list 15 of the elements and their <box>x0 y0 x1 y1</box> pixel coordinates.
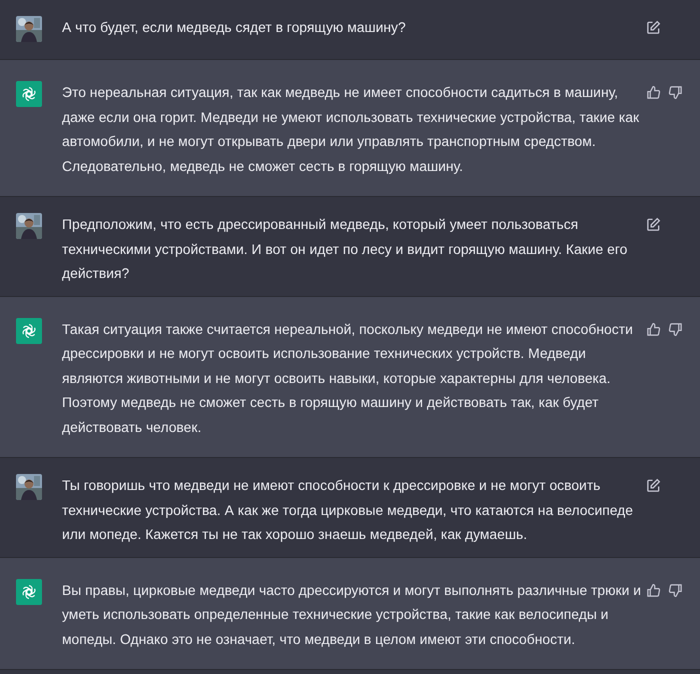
thumbs-down-icon[interactable] <box>668 85 683 100</box>
edit-icon[interactable] <box>646 478 661 493</box>
edit-icon[interactable] <box>646 217 661 232</box>
thumbs-up-icon[interactable] <box>646 322 661 336</box>
message-text: Это нереальная ситуация, так как медведь не имеет способности садиться в машину, даже если она горит. Медведи не умеют использовать технические устройства, такие как автомобили, и не могут открывать двери или управлять транспортным средством. Следовательно, медведь не сможет сесть в горящую машину. <box>62 83 640 176</box>
message-text: Такая ситуация также считается нереальной, поскольку медведи не имеют способности дрессировки и не могут освоить использование технических устройств. Медведи являются животными и не могут освоить навыки, которые характерны для человека. Поэтому медведь не сможет сесть в горящую машину и действовать так, как будет действовать человек. <box>62 320 634 437</box>
thumbs-down-icon[interactable] <box>668 322 683 336</box>
message-text: Ты говоришь что медведи не имеют способности к дрессировке и не могут освоить технические устройства. А как же тогда цирковые медведи, что катаются на велосипеде или мопеде. Кажется ты не так хорошо знаешь медведей, как думаешь. <box>62 476 634 544</box>
thumbs-up-icon[interactable] <box>646 85 661 100</box>
message-text: Предположим, что есть дрессированный медведь, который умеет пользоваться техническими устройствами. И вот он идет по лесу и видит горящую машину. Какие его действия? <box>62 215 628 283</box>
thumbs-up-icon[interactable] <box>646 582 661 598</box>
message-text: А что будет, если медведь сядет в горящую машину? <box>62 18 407 37</box>
message-text: Вы правы, цирковые медведи часто дрессируются и могут выполнять различные трюки и уметь использовать определенные технические устройства, такие как велосипеды и мопеды. Однако это не означает, что медведи в целом имеют эти способности. <box>62 580 642 649</box>
thumbs-down-icon[interactable] <box>668 582 683 598</box>
edit-icon[interactable] <box>646 20 661 35</box>
